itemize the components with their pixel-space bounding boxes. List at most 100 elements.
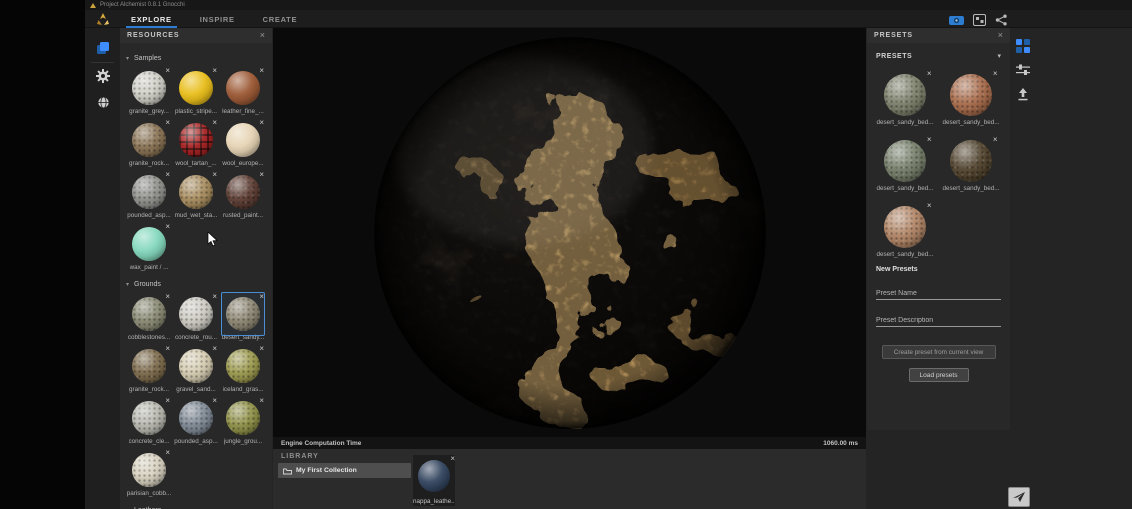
preset-thumbnail[interactable]: × desert_sandy_bed...	[876, 69, 933, 126]
material-label: nappa_leathe...	[413, 497, 455, 506]
remove-icon[interactable]: ×	[450, 455, 455, 462]
preset-description-input[interactable]	[876, 315, 1001, 327]
remove-icon[interactable]: ×	[927, 202, 932, 209]
presets-panel-icon[interactable]	[1015, 38, 1031, 54]
remove-icon[interactable]: ×	[165, 293, 170, 300]
main-viewport[interactable]	[273, 28, 866, 437]
presets-group-header[interactable]: PRESETS ▾	[867, 52, 1010, 60]
remove-icon[interactable]: ×	[259, 67, 264, 74]
material-thumbnail[interactable]: × wool_europe...	[220, 118, 266, 167]
tab-inspire[interactable]: INSPIRE	[198, 10, 237, 28]
material-thumbnail[interactable]: ×concrete_cle...	[126, 396, 172, 445]
material-thumbnail[interactable]: ×granite_rock...	[126, 344, 172, 393]
presets-header: PRESETS ×	[867, 28, 1010, 43]
material-ball	[179, 175, 213, 209]
preset-name-input[interactable]	[876, 288, 1001, 300]
material-thumbnail[interactable]: × concrete_rou...	[173, 292, 219, 341]
library-thumbnail[interactable]: × nappa_leathe...	[413, 455, 455, 506]
material-sphere	[883, 205, 927, 249]
material-sphere-3d[interactable]	[372, 35, 768, 431]
material-sphere	[131, 452, 167, 488]
remove-icon[interactable]: ×	[212, 397, 217, 404]
remove-icon[interactable]: ×	[212, 67, 217, 74]
remove-icon[interactable]: ×	[927, 136, 932, 143]
folder-icon	[283, 462, 292, 480]
remove-icon[interactable]: ×	[259, 171, 264, 178]
section-title: Grounds	[134, 281, 161, 288]
material-thumbnail[interactable]: ×rusted_paint...	[220, 170, 266, 219]
material-thumbnail[interactable]: ×parisian_cobb...	[126, 448, 172, 497]
material-label: wool_europe...	[222, 160, 263, 167]
remove-icon[interactable]: ×	[259, 345, 264, 352]
load-presets-button[interactable]: Load presets	[909, 368, 969, 382]
tab-create[interactable]: CREATE	[261, 10, 299, 28]
material-ball	[132, 297, 166, 331]
material-thumbnail[interactable]: ×granite_rock...	[126, 118, 172, 167]
material-sphere	[883, 139, 927, 183]
preset-thumbnail[interactable]: × desert_sandy_bed...	[942, 135, 999, 192]
material-ball	[132, 349, 166, 383]
tab-explore[interactable]: EXPLORE	[129, 10, 174, 28]
left-toolbar	[85, 28, 120, 509]
material-label: desert_sandy_bed...	[942, 185, 999, 192]
app-window: Project Alchemist 0.8.1 Gnocchi EXPLORE I…	[85, 0, 1132, 509]
remove-icon[interactable]: ×	[165, 119, 170, 126]
close-icon[interactable]: ×	[260, 31, 265, 40]
material-thumbnail[interactable]: ×plastic_stripe...	[173, 66, 219, 115]
material-thumbnail[interactable]: ×pounded_asp...	[126, 170, 172, 219]
remove-icon[interactable]: ×	[212, 345, 217, 352]
material-sphere	[225, 174, 261, 210]
preset-thumbnail[interactable]: ×desert_sandy_bed...	[876, 135, 933, 192]
send-feedback-button[interactable]	[1008, 487, 1030, 507]
remove-icon[interactable]: ×	[212, 293, 217, 300]
remove-icon[interactable]: ×	[165, 397, 170, 404]
remove-icon[interactable]: ×	[259, 293, 264, 300]
export-icon[interactable]	[1015, 86, 1031, 102]
preset-thumbnail[interactable]: ×desert_sandy_bed...	[876, 201, 933, 258]
material-sphere	[131, 400, 167, 436]
material-thumbnail[interactable]: ×iceland_gras...	[220, 344, 266, 393]
remove-icon[interactable]: ×	[927, 70, 932, 77]
material-label: granite_grey...	[129, 108, 169, 115]
material-thumbnail[interactable]: ×jungle_grou...	[220, 396, 266, 445]
create-preset-button[interactable]: Create preset from current view	[882, 345, 996, 359]
material-sphere	[225, 70, 261, 106]
sliders-icon[interactable]	[1015, 62, 1031, 78]
right-toolbar	[1010, 28, 1035, 509]
material-thumbnail[interactable]: ×wool_tartan_...	[173, 118, 219, 167]
section-header-grounds[interactable]: ▾Grounds	[126, 278, 268, 291]
material-thumbnail[interactable]: ×wax_paint / ...	[126, 222, 172, 271]
preset-thumbnail[interactable]: ×desert_sandy_bed...	[942, 69, 999, 126]
remove-icon[interactable]: ×	[165, 345, 170, 352]
remove-icon[interactable]: ×	[212, 171, 217, 178]
window-titlebar[interactable]: Project Alchemist 0.8.1 Gnocchi	[85, 0, 1132, 10]
materials-icon[interactable]	[95, 40, 111, 56]
material-thumbnail[interactable]: × granite_grey...	[126, 66, 172, 115]
globe-icon[interactable]	[95, 94, 111, 110]
gear-icon[interactable]	[95, 68, 111, 84]
material-label: desert_sandy_bed...	[876, 119, 933, 126]
material-thumbnail[interactable]: ×gravel_sand...	[173, 344, 219, 393]
close-icon[interactable]: ×	[998, 31, 1003, 40]
remove-icon[interactable]: ×	[259, 119, 264, 126]
collection-row[interactable]: My First Collection	[278, 463, 411, 478]
remove-icon[interactable]: ×	[165, 449, 170, 456]
material-thumbnail[interactable]: ×pounded_asp...	[173, 396, 219, 445]
remove-icon[interactable]: ×	[993, 136, 998, 143]
collection-name: My First Collection	[296, 467, 357, 474]
remove-icon[interactable]: ×	[993, 70, 998, 77]
remove-icon[interactable]: ×	[165, 171, 170, 178]
remove-icon[interactable]: ×	[165, 67, 170, 74]
section-header-leathers[interactable]: ▾Leathers	[126, 504, 268, 509]
library-title: LIBRARY	[273, 449, 866, 460]
material-thumbnail[interactable]: ×desert_sandy...	[220, 292, 266, 341]
section-header-samples[interactable]: ▾Samples	[126, 52, 268, 65]
material-sphere	[949, 139, 993, 183]
material-thumbnail[interactable]: ×cobblestones...	[126, 292, 172, 341]
material-thumbnail[interactable]: ×mud_wet_sta...	[173, 170, 219, 219]
remove-icon[interactable]: ×	[259, 397, 264, 404]
remove-icon[interactable]: ×	[165, 223, 170, 230]
material-label: concrete_rou...	[175, 334, 217, 341]
material-thumbnail[interactable]: ×leather_fine_...	[220, 66, 266, 115]
remove-icon[interactable]: ×	[212, 119, 217, 126]
